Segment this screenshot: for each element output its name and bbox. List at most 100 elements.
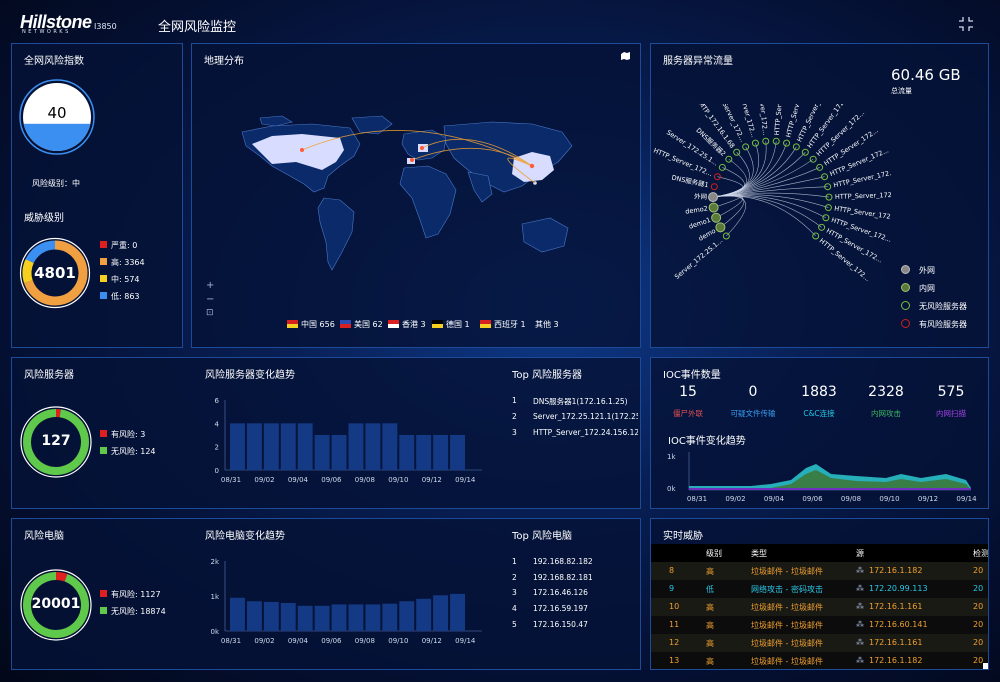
x-tick-label: 09/02 — [254, 476, 274, 484]
scroll-handle[interactable] — [983, 663, 988, 669]
trend-bar[interactable] — [331, 435, 347, 470]
zoom-in-icon[interactable]: + — [206, 280, 214, 291]
chord-node[interactable] — [792, 143, 800, 151]
legend-label: 无风险: 18874 — [111, 607, 166, 616]
chord-node[interactable] — [710, 183, 718, 191]
trend-bar[interactable] — [297, 423, 313, 470]
ioc-stat-value[interactable]: 2328 — [856, 384, 916, 400]
chord-node[interactable] — [718, 163, 726, 171]
x-tick-label: 09/08 — [355, 476, 375, 484]
trend-bar[interactable] — [365, 604, 381, 631]
row-type: 垃圾邮件 - 垃圾邮件 — [751, 567, 823, 576]
top-item-name[interactable]: 192.168.82.182 — [533, 557, 638, 566]
top-item-name[interactable]: HTTP_Server_172.24.156.12( — [533, 428, 638, 437]
pc-trend-title: 风险电脑变化趋势 — [205, 531, 285, 542]
trend-bar[interactable] — [314, 605, 330, 631]
x-tick-label: 09/12 — [422, 476, 442, 484]
geo-legend-item[interactable]: 德国 1 — [446, 319, 470, 330]
ioc-stat-value[interactable]: 0 — [723, 384, 783, 400]
legend-swatch — [100, 590, 107, 597]
trend-bar[interactable] — [450, 593, 465, 631]
trend-bar[interactable] — [433, 435, 449, 470]
trend-bar[interactable] — [365, 423, 381, 470]
chord-node[interactable] — [809, 155, 817, 163]
chord-node[interactable] — [733, 148, 741, 156]
geo-legend-item[interactable]: 香港 3 — [402, 319, 426, 330]
top-item-name[interactable]: DNS服务器1(172.16.1.25) — [533, 396, 638, 407]
table-row[interactable]: 12 高 垃圾邮件 - 垃圾邮件 172.16.1.161 20 ⁂ — [651, 634, 988, 652]
trend-bar[interactable] — [399, 435, 415, 470]
col-source: 源 — [856, 549, 864, 558]
trend-bar[interactable] — [382, 603, 398, 631]
chord-node[interactable] — [715, 222, 726, 233]
top-item-name[interactable]: Server_172.25.121.1(172.25... — [533, 412, 638, 421]
trend-bar[interactable] — [280, 423, 296, 470]
trend-bar[interactable] — [230, 597, 245, 631]
trend-bar[interactable] — [230, 423, 245, 470]
ioc-stat-value[interactable]: 1883 — [789, 384, 849, 400]
chord-node-label: HTTP_Server_172... — [835, 191, 891, 201]
risk-pcs-title: 风险电脑 — [24, 531, 64, 542]
rank-number: 5 — [512, 619, 517, 629]
chord-node[interactable] — [816, 163, 824, 171]
table-row[interactable]: 10 高 垃圾邮件 - 垃圾邮件 172.16.1.161 20 ⁂ — [651, 598, 988, 616]
trend-bar[interactable] — [263, 601, 279, 631]
trend-bar[interactable] — [416, 435, 432, 470]
y-tick-label: 0k — [210, 628, 219, 636]
geo-legend-item[interactable]: 其他 3 — [535, 319, 559, 330]
top-item-name[interactable]: 172.16.46.126 — [533, 588, 638, 597]
row-level: 高 — [706, 621, 714, 630]
trend-bar[interactable] — [263, 423, 279, 470]
trend-bar[interactable] — [433, 595, 449, 631]
chord-node[interactable] — [783, 139, 791, 147]
top-item-name[interactable]: 172.16.59.197 — [533, 604, 638, 613]
chord-node[interactable] — [821, 173, 829, 181]
trend-bar[interactable] — [399, 601, 415, 631]
table-row[interactable]: 9 低 网络攻击 - 密码攻击 172.20.99.113 20 ⁂ — [651, 580, 988, 598]
legend-label: 中: 574 — [111, 275, 140, 284]
trend-bar[interactable] — [348, 423, 364, 470]
table-row[interactable]: 13 高 垃圾邮件 - 垃圾邮件 172.16.1.182 20 ⁂ — [651, 652, 988, 669]
chord-node[interactable] — [751, 139, 759, 147]
trend-bar[interactable] — [246, 601, 262, 631]
chord-node[interactable] — [822, 214, 830, 222]
zoom-out-icon[interactable]: − — [206, 294, 214, 305]
x-tick-label: 08/31 — [221, 476, 241, 484]
geo-panel: 地理分布 + − ⊡ 中国 656 美国 62 香港 3 德国 1 西班牙 1 其他 3 — [191, 43, 641, 348]
threat-level-donut: 4801 — [18, 236, 92, 310]
table-row[interactable]: 8 高 垃圾邮件 - 垃圾邮件 172.16.1.182 20 ⁂ — [651, 562, 988, 580]
trend-bar[interactable] — [280, 603, 296, 631]
trend-bar[interactable] — [416, 598, 432, 631]
trend-bar[interactable] — [382, 423, 398, 470]
top-item-name[interactable]: 172.16.150.47 — [533, 620, 638, 629]
geo-legend-item[interactable]: 西班牙 1 — [494, 319, 526, 330]
col-detect: 检测 — [973, 549, 989, 558]
trend-bar[interactable] — [331, 604, 347, 631]
chord-node-label: demo2 — [685, 204, 709, 215]
zoom-reset-icon[interactable]: ⊡ — [206, 308, 214, 318]
ioc-stat-value[interactable]: 15 — [658, 384, 718, 400]
geo-legend-item[interactable]: 中国 656 — [301, 319, 335, 330]
map-switch-icon[interactable] — [620, 51, 631, 62]
chord-node[interactable] — [708, 192, 719, 203]
chord-node[interactable] — [711, 212, 722, 223]
trend-bar[interactable] — [314, 435, 330, 470]
fullscreen-icon[interactable] — [958, 16, 974, 32]
risk-pcs-total: 20001 — [31, 596, 81, 612]
trend-bar[interactable] — [450, 435, 465, 470]
geo-legend-item[interactable]: 美国 62 — [354, 319, 383, 330]
trend-bar[interactable] — [297, 605, 313, 631]
trend-bar[interactable] — [348, 604, 364, 631]
chord-node[interactable] — [708, 202, 719, 213]
ioc-stat-value[interactable]: 575 — [921, 384, 981, 400]
chord-node[interactable] — [713, 173, 721, 181]
ioc-stat-label: 内网攻击 — [871, 409, 901, 418]
top-item-name[interactable]: 192.168.82.181 — [533, 573, 638, 582]
world-map[interactable] — [232, 114, 592, 314]
traffic-legend-label: 内网 — [919, 284, 935, 293]
realtime-table[interactable]: 级别 类型 源 检测 8 高垃圾邮件 - 垃圾邮件 172.16.1.182 20 ⁂ 9… — [651, 544, 989, 669]
table-header: 级别 类型 源 检测 — [651, 544, 989, 562]
trend-bar[interactable] — [246, 423, 262, 470]
table-row[interactable]: 11 高 垃圾邮件 - 垃圾邮件 172.16.60.141 20 ⁂ — [651, 616, 988, 634]
ioc-stat-label: 僵尸外联 — [673, 409, 703, 418]
